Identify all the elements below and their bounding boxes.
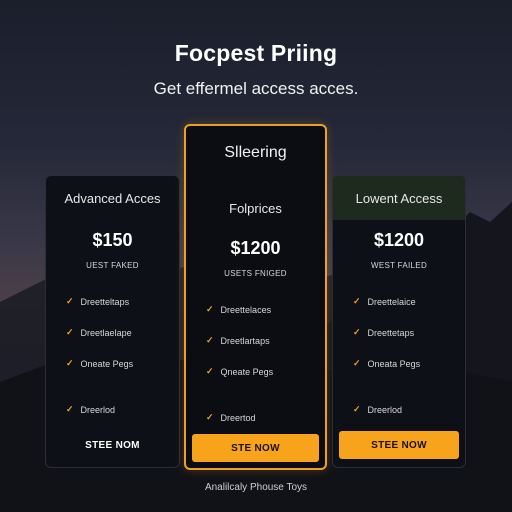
feature-item: ✓ Dreettelaice [353, 296, 416, 307]
plan-price-note: WEST FAILED [370, 261, 428, 270]
feature-list: ✓ Dreetteltaps ✓ Dreetlaelape ✓ Oneate Pegs… [46, 286, 179, 425]
plan-price: $1200 [373, 230, 425, 250]
plan-price: $150 [92, 230, 133, 250]
check-icon: ✓ [353, 327, 361, 337]
feature-item: ✓ Dreettetaps [353, 327, 415, 338]
page-title: Focpest Priing [174, 40, 338, 66]
feature-item: ✓ Dreerlod [66, 404, 116, 415]
feature-item: ✓ Dreettelaces [206, 304, 272, 315]
plan-price-note: UEST FAKED [86, 261, 139, 270]
feature-item: ✓ Dreetlaelape [66, 327, 132, 338]
feature-list: ✓ Dreettelaice ✓ Dreettetaps ✓ Oneata Pegs … [333, 286, 465, 425]
pricing-card-lowent: Lowent Access $1200 WEST FAILED ✓ Dreette… [332, 175, 466, 468]
check-icon: ✓ [206, 335, 214, 345]
select-plan-button[interactable]: STEE NOM [52, 431, 173, 459]
check-icon: ✓ [66, 327, 74, 337]
plan-price-note: USETS FNIGED [224, 269, 287, 278]
footer-text: Analilcaly Phouse Toys [204, 482, 308, 493]
feature-item: ✓ Dreetlartaps [206, 335, 270, 346]
check-icon: ✓ [206, 412, 214, 422]
check-icon: ✓ [353, 296, 361, 306]
check-icon: ✓ [66, 296, 74, 306]
page-subtitle: Get effermel access acces. [153, 79, 359, 98]
pricing-header: Focpest Priing Get effermel access acces… [0, 40, 512, 99]
pricing-card-featured: Slleering Folprices $1200 USETS FNIGED ✓… [184, 124, 327, 470]
feature-item: ✓ Oneata Pegs [353, 358, 421, 369]
plan-price: $1200 [230, 238, 281, 258]
feature-item: ✓ Dreetteltaps [66, 296, 130, 307]
feature-item: ✓ Dreerlod [353, 404, 403, 415]
plan-name: Advanced Acces [64, 190, 161, 206]
check-icon: ✓ [353, 404, 361, 414]
pricing-card-advanced: Advanced Acces $150 UEST FAKED ✓ Dreettel… [45, 175, 180, 468]
plan-name: Folprices [229, 201, 282, 216]
feature-item: ✓ Qneate Pegs [206, 366, 274, 377]
plan-name: Lowent Access [355, 190, 443, 206]
card-header: Advanced Acces [46, 176, 179, 220]
card-header: Lowent Access [333, 176, 465, 220]
feature-item: ✓ Oneate Pegs [66, 358, 134, 369]
feature-item: ✓ Dreertod [206, 412, 256, 423]
check-icon: ✓ [206, 366, 214, 376]
card-header: Folprices [186, 200, 325, 218]
feature-list: ✓ Dreettelaces ✓ Dreetlartaps ✓ Qneate Pegs… [186, 294, 325, 433]
select-plan-button[interactable]: STEE NOW [339, 431, 459, 459]
check-icon: ✓ [66, 404, 74, 414]
featured-label: Slleering [224, 144, 287, 161]
select-plan-button[interactable]: STE NOW [192, 434, 319, 462]
check-icon: ✓ [353, 358, 361, 368]
check-icon: ✓ [206, 304, 214, 314]
check-icon: ✓ [66, 358, 74, 368]
